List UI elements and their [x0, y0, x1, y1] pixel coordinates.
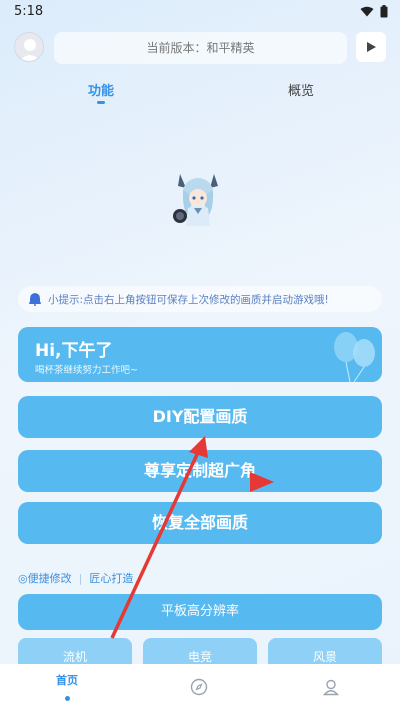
divider: |: [78, 571, 83, 585]
nav-active-dot: [64, 696, 70, 701]
style-esports-button[interactable]: 电竞: [143, 638, 257, 664]
top-bar: 当前版本：和平精英: [14, 32, 386, 64]
version-display[interactable]: 当前版本：和平精英: [54, 32, 347, 64]
quick-edit-link[interactable]: ◎便捷修改: [18, 570, 72, 586]
style-options: 流机 电竞 风景: [18, 638, 382, 664]
crafted-link[interactable]: 匠心打造: [89, 570, 133, 586]
tab-functions[interactable]: 功能: [88, 80, 114, 104]
status-bar: 5:18: [0, 0, 400, 26]
play-button[interactable]: [356, 32, 386, 62]
mascot-image: [173, 174, 218, 226]
balloon-icon: [334, 332, 375, 382]
tablet-resolution-button[interactable]: 平板高分辨率: [18, 594, 382, 630]
status-time: 5:18: [14, 4, 44, 19]
bottom-nav: 首页: [0, 664, 400, 712]
battery-icon: [380, 5, 388, 18]
tip-text: 小提示:点击右上角按钮可保存上次修改的画质并启动游戏哦!: [48, 293, 329, 306]
greeting-subtitle: 喝杯茶继续努力工作吧~: [35, 365, 138, 376]
play-icon: [367, 42, 376, 52]
tip-banner: 小提示:点击右上角按钮可保存上次修改的画质并启动游戏哦!: [18, 286, 382, 312]
status-icons: [360, 5, 388, 18]
bell-icon: [29, 293, 41, 306]
style-smooth-button[interactable]: 流机: [18, 638, 132, 664]
compass-icon: [190, 678, 208, 696]
greeting-card: Hi,下午了 喝杯茶继续努力工作吧~: [18, 327, 382, 382]
tab-bar: 功能 概览: [0, 80, 400, 104]
nav-profile[interactable]: [322, 678, 340, 712]
profile-icon: [322, 679, 340, 696]
wide-angle-button[interactable]: 尊享定制超广角: [18, 450, 382, 492]
diy-quality-button[interactable]: DIY配置画质: [18, 396, 382, 438]
wifi-icon: [360, 6, 374, 17]
nav-home-label: 首页: [56, 674, 78, 687]
nav-discover[interactable]: [190, 678, 208, 712]
feature-links: ◎便捷修改 | 匠心打造: [18, 570, 133, 586]
greeting-title: Hi,下午了: [35, 341, 113, 361]
avatar[interactable]: [14, 32, 44, 62]
user-avatar-icon: [19, 39, 41, 61]
style-scenery-button[interactable]: 风景: [268, 638, 382, 664]
tab-overview[interactable]: 概览: [288, 80, 314, 99]
restore-quality-button[interactable]: 恢复全部画质: [18, 502, 382, 544]
nav-home[interactable]: 首页: [50, 672, 84, 712]
